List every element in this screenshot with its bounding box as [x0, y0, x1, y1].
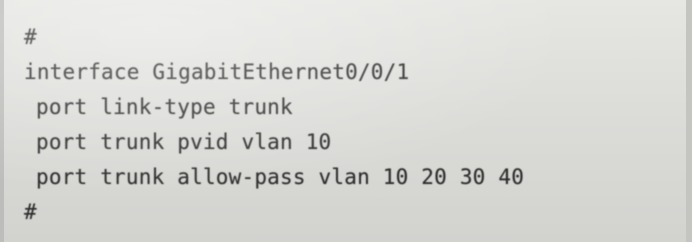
screen-bezel-left	[0, 0, 4, 242]
config-line-link-type: port link-type trunk	[36, 95, 293, 119]
config-line-pvid: port trunk pvid vlan 10	[36, 130, 332, 154]
config-line-allow-pass: port trunk allow-pass vlan 10 20 30 40	[36, 165, 525, 189]
config-line-separator-top: #	[24, 25, 37, 49]
terminal-photo: # interface GigabitEthernet0/0/1 port link…	[0, 0, 692, 242]
config-line-separator-bottom: #	[24, 200, 37, 224]
config-line-interface: interface GigabitEthernet0/0/1	[24, 60, 410, 84]
screen-bezel-right	[686, 0, 692, 242]
config-block: # interface GigabitEthernet0/0/1 port link…	[24, 20, 524, 230]
